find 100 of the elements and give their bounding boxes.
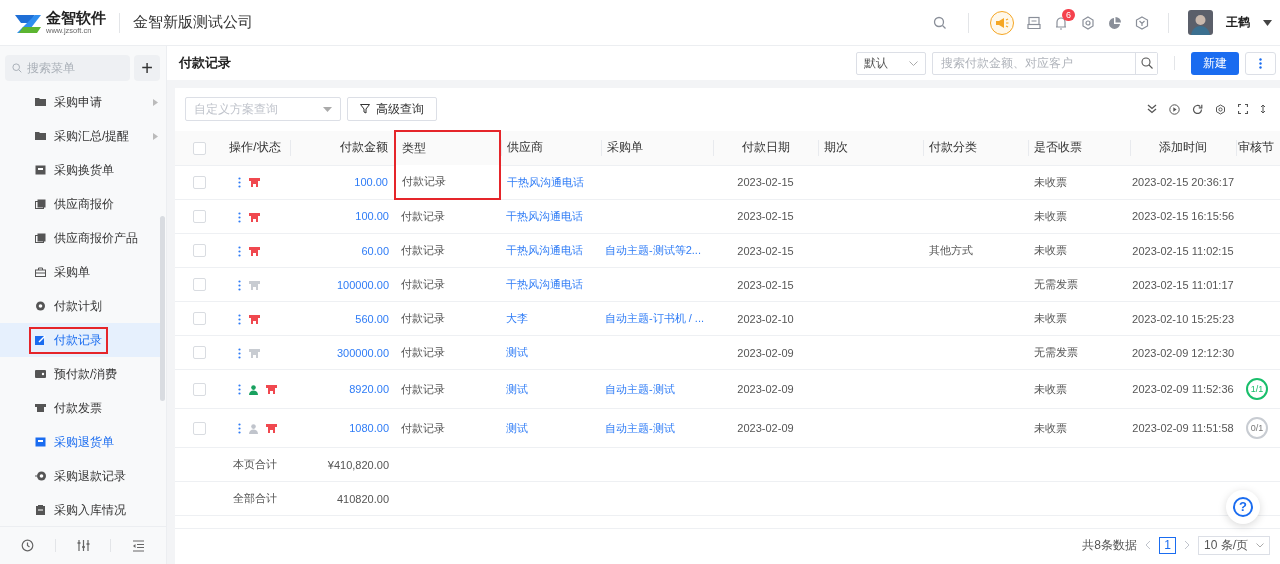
table-link[interactable]: 大李	[500, 301, 601, 336]
table-cell: 付款记录	[395, 199, 500, 234]
table-link[interactable]: 100.00	[290, 165, 395, 199]
history-icon[interactable]	[20, 539, 34, 552]
row-checkbox[interactable]	[193, 312, 206, 326]
chevron-left-icon[interactable]	[1145, 540, 1151, 550]
fullscreen-icon[interactable]	[1238, 104, 1248, 114]
table-link[interactable]: 测试	[500, 369, 601, 409]
sliders-icon[interactable]	[76, 539, 90, 552]
table-link[interactable]: 60.00	[290, 233, 395, 268]
row-height-icon[interactable]	[1260, 104, 1266, 114]
more-icon[interactable]	[238, 177, 241, 189]
column-header[interactable]: 付款日期	[713, 131, 818, 165]
sidebar-item[interactable]: 预付款/消费	[0, 357, 160, 391]
table-link[interactable]: 自动主题-订书机 / ...	[601, 301, 713, 336]
table-link[interactable]: 100.00	[290, 199, 395, 234]
search-button[interactable]	[1135, 52, 1157, 74]
page-button[interactable]: 1	[1159, 536, 1176, 554]
table-link[interactable]: 100000.00	[290, 267, 395, 302]
play-circle-icon[interactable]	[1169, 103, 1180, 115]
chevron-right-icon[interactable]	[1184, 540, 1190, 550]
row-checkbox[interactable]	[193, 175, 206, 189]
sidebar-item[interactable]: 付款记录	[0, 323, 160, 357]
table-link[interactable]: 自动主题-测试等2...	[601, 233, 713, 268]
table-link[interactable]: 560.00	[290, 301, 395, 336]
collapse-menu-icon[interactable]	[132, 539, 146, 552]
sidebar-item[interactable]: 采购单	[0, 255, 160, 289]
sidebar-item[interactable]: 采购退货单	[0, 425, 160, 459]
sidebar-item[interactable]: 采购申请	[0, 85, 160, 119]
row-checkbox[interactable]	[193, 210, 206, 224]
sidebar-item[interactable]: 供应商报价	[0, 187, 160, 221]
settings-icon[interactable]	[1215, 103, 1226, 115]
caret-right-icon[interactable]	[153, 99, 158, 106]
row-checkbox[interactable]	[193, 278, 206, 292]
more-icon[interactable]	[238, 279, 241, 291]
audit-progress-badge[interactable]: 0/1	[1246, 417, 1268, 439]
add-button[interactable]: +	[134, 55, 160, 81]
table-link[interactable]: 测试	[500, 335, 601, 370]
pie-chart-icon[interactable]	[1108, 15, 1122, 30]
new-button[interactable]: 新建	[1191, 51, 1239, 75]
sidebar-item[interactable]: 供应商报价产品	[0, 221, 160, 255]
view-select[interactable]: 默认	[856, 51, 926, 75]
search-icon[interactable]	[933, 15, 947, 30]
row-checkbox[interactable]	[193, 244, 206, 258]
column-header[interactable]: 审核节	[1236, 131, 1280, 165]
sidebar-item[interactable]: 采购退款记录	[0, 459, 160, 493]
table-cell: 付款记录	[395, 369, 500, 409]
search-icon	[1140, 57, 1153, 69]
table-link[interactable]: 1080.00	[290, 408, 395, 448]
caret-right-icon[interactable]	[153, 133, 158, 140]
column-header[interactable]: 付款金额	[290, 131, 395, 165]
more-icon[interactable]	[238, 384, 241, 396]
table-link[interactable]: 300000.00	[290, 335, 395, 370]
audit-progress-badge[interactable]: 1/1	[1246, 378, 1268, 400]
row-checkbox[interactable]	[193, 421, 206, 435]
row-checkbox[interactable]	[193, 382, 206, 396]
more-icon[interactable]	[238, 211, 241, 223]
sidebar-item[interactable]: 采购换货单	[0, 153, 160, 187]
refresh-icon[interactable]	[1192, 103, 1203, 115]
user-name[interactable]: 王鹤	[1226, 14, 1250, 31]
box-icon	[35, 437, 46, 447]
table-link[interactable]: 自动主题-测试	[601, 369, 713, 409]
sidebar-item[interactable]: 采购入库情况	[0, 493, 160, 526]
column-header[interactable]: 付款分类	[923, 131, 1028, 165]
announcement-button[interactable]	[990, 10, 1014, 35]
double-chevron-down-icon[interactable]	[1147, 104, 1157, 114]
table-cell: 付款记录	[395, 233, 500, 268]
column-header[interactable]: 期次	[818, 131, 923, 165]
sidebar-item[interactable]: 付款发票	[0, 391, 160, 425]
table-link[interactable]: 测试	[500, 408, 601, 448]
sidebar-item[interactable]: 采购汇总/提醒	[0, 119, 160, 153]
sidebar-item[interactable]: 付款计划	[0, 289, 160, 323]
table-link[interactable]: 干热风沟通电话	[500, 233, 601, 268]
advanced-search-button[interactable]: 高级查询	[347, 97, 437, 121]
inbox-icon[interactable]	[1027, 15, 1041, 30]
column-header[interactable]: 添加时间	[1130, 131, 1236, 165]
column-header[interactable]: 操作/状态	[220, 131, 290, 165]
page-size-select[interactable]: 10 条/页	[1198, 535, 1270, 555]
more-icon[interactable]	[238, 245, 241, 257]
more-icon[interactable]	[238, 347, 241, 359]
hexagon-icon[interactable]	[1135, 15, 1149, 30]
table-link[interactable]: 干热风沟通电话	[500, 199, 601, 234]
table-link[interactable]: 自动主题-测试	[601, 408, 713, 448]
column-header[interactable]: 是否收票	[1028, 131, 1130, 165]
table-cell: ¥410,820.00	[290, 447, 395, 482]
settings-icon[interactable]	[1081, 15, 1095, 30]
column-header[interactable]: 类型	[395, 131, 500, 165]
table-link[interactable]: 8920.00	[290, 369, 395, 409]
bell-icon[interactable]	[1054, 15, 1068, 30]
avatar[interactable]	[1188, 10, 1213, 35]
scrollbar[interactable]	[160, 216, 165, 401]
more-icon[interactable]	[238, 423, 241, 435]
row-checkbox[interactable]	[193, 346, 206, 360]
table-link[interactable]: 干热风沟通电话	[500, 267, 601, 302]
select-all-checkbox[interactable]	[193, 141, 206, 155]
caret-down-icon[interactable]	[1263, 19, 1272, 26]
more-icon[interactable]	[238, 313, 241, 325]
column-header[interactable]: 供应商	[500, 131, 601, 165]
table-link[interactable]: 干热风沟通电话	[500, 165, 601, 199]
column-header[interactable]: 采购单	[601, 131, 713, 165]
